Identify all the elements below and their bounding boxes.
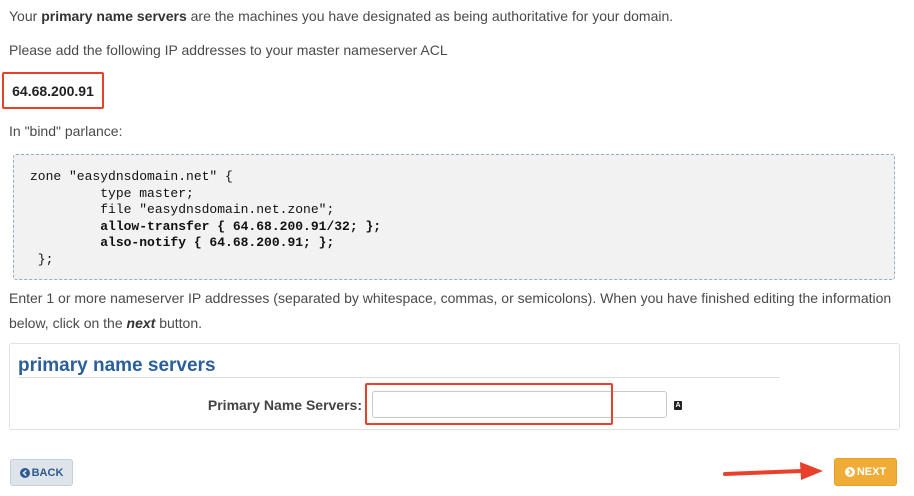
next-button[interactable]: NEXT bbox=[834, 458, 897, 486]
code-line: file "easydnsdomain.net.zone"; bbox=[30, 202, 335, 218]
circle-arrow-left-icon bbox=[19, 467, 30, 478]
code-line: type master; bbox=[30, 185, 194, 201]
keyboard-icon[interactable]: A bbox=[674, 401, 682, 410]
primary-name-servers-input[interactable] bbox=[372, 391, 667, 418]
ip-address-highlight: 64.68.200.91 bbox=[2, 72, 104, 109]
code-line-allow-transfer: allow-transfer { 64.68.200.91/32; }; bbox=[30, 218, 382, 234]
code-line: }; bbox=[30, 251, 54, 267]
intro-bold: primary name servers bbox=[41, 8, 187, 24]
instructions-line-2: below, click on the next button. bbox=[9, 315, 203, 331]
primary-name-servers-label: Primary Name Servers: bbox=[207, 397, 362, 413]
bind-config-code: zone "easydnsdomain.net" { type master; … bbox=[13, 154, 895, 280]
ip-address: 64.68.200.91 bbox=[12, 82, 94, 99]
panel-divider bbox=[18, 377, 780, 378]
intro-text: Your primary name servers are the machin… bbox=[9, 8, 674, 24]
panel-title: primary name servers bbox=[18, 355, 216, 376]
arrow-annotation-icon bbox=[723, 462, 823, 480]
next-label: NEXT bbox=[856, 466, 887, 478]
back-button[interactable]: BACK bbox=[10, 459, 73, 486]
circle-arrow-right-icon bbox=[844, 467, 855, 477]
next-emphasis: next bbox=[126, 315, 156, 331]
back-label: BACK bbox=[31, 466, 64, 479]
acl-instruction: Please add the following IP addresses to… bbox=[9, 42, 448, 58]
code-line: zone "easydnsdomain.net" { bbox=[30, 169, 233, 184]
bind-label: In "bind" parlance: bbox=[9, 123, 123, 139]
code-line-also-notify: also-notify { 64.68.200.91; }; bbox=[30, 235, 335, 251]
instructions-line-1: Enter 1 or more nameserver IP addresses … bbox=[9, 290, 892, 306]
